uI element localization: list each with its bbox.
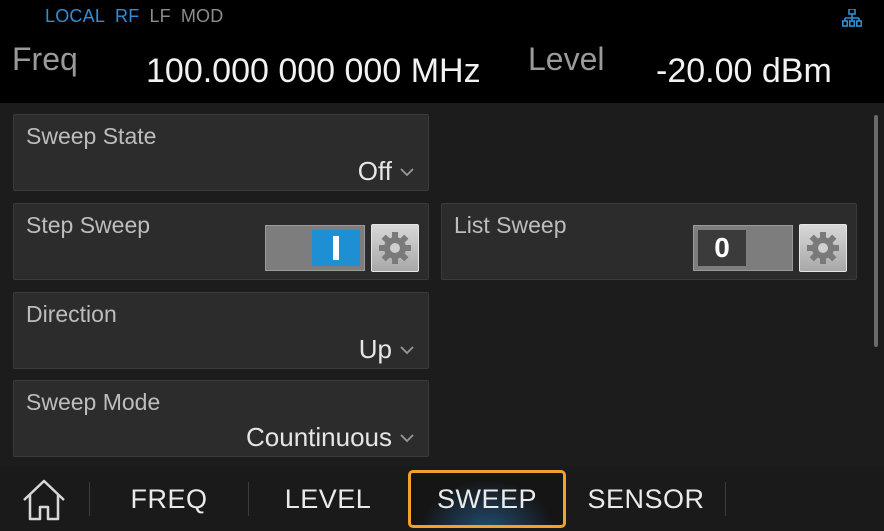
gear-icon (379, 232, 411, 264)
step-sweep-settings-button[interactable] (371, 224, 419, 272)
bottom-nav: FREQ LEVEL SWEEP SENSOR (0, 466, 884, 531)
freq-value[interactable]: 100.000 000 000 MHz (146, 52, 481, 91)
list-sweep-panel: List Sweep 0 (441, 203, 857, 280)
tab-level[interactable]: LEVEL (249, 470, 407, 528)
status-indicators: LOCAL RF LF MOD (45, 6, 223, 27)
list-sweep-settings-button[interactable] (799, 224, 847, 272)
level-label: Level (528, 41, 605, 77)
sweep-mode-select[interactable]: Countinuous (246, 422, 414, 453)
sweep-mode-value: Countinuous (246, 422, 392, 452)
list-sweep-title: List Sweep (454, 212, 567, 238)
network-icon (842, 9, 862, 27)
status-local: LOCAL (45, 6, 106, 26)
scrollbar[interactable] (874, 115, 878, 347)
toggle-knob-off: 0 (698, 230, 746, 266)
sweep-settings-area: Sweep State Off Step Sweep List Sweep 0 … (0, 103, 884, 466)
freq-label: Freq (12, 41, 78, 77)
tab-freq[interactable]: FREQ (90, 470, 248, 528)
sweep-state-value: Off (357, 156, 392, 186)
status-mod: MOD (180, 6, 224, 26)
step-sweep-title: Step Sweep (26, 212, 151, 238)
tab-sweep[interactable]: SWEEP (408, 470, 566, 528)
step-sweep-panel: Step Sweep (13, 203, 429, 280)
status-lf: LF (149, 6, 171, 26)
nav-separator (725, 482, 726, 516)
sweep-mode-panel[interactable]: Sweep Mode Countinuous (13, 380, 429, 457)
home-icon[interactable] (18, 474, 70, 526)
direction-title: Direction (26, 301, 117, 327)
toggle-knob-on (312, 230, 360, 266)
chevron-down-icon (400, 345, 414, 354)
status-rf: RF (115, 6, 140, 26)
gear-icon (807, 232, 839, 264)
sweep-mode-title: Sweep Mode (26, 389, 161, 415)
sweep-state-select[interactable]: Off (358, 156, 414, 187)
list-sweep-toggle[interactable]: 0 (693, 225, 793, 271)
tab-sensor[interactable]: SENSOR (567, 470, 725, 528)
sweep-state-panel[interactable]: Sweep State Off (13, 114, 429, 191)
direction-panel[interactable]: Direction Up (13, 292, 429, 369)
direction-select[interactable]: Up (359, 334, 414, 365)
step-sweep-toggle[interactable] (265, 225, 365, 271)
direction-value: Up (358, 334, 392, 364)
level-value[interactable]: -20.00 dBm (656, 52, 832, 91)
chevron-down-icon (400, 167, 414, 176)
sweep-state-title: Sweep State (26, 123, 157, 149)
chevron-down-icon (400, 433, 414, 442)
